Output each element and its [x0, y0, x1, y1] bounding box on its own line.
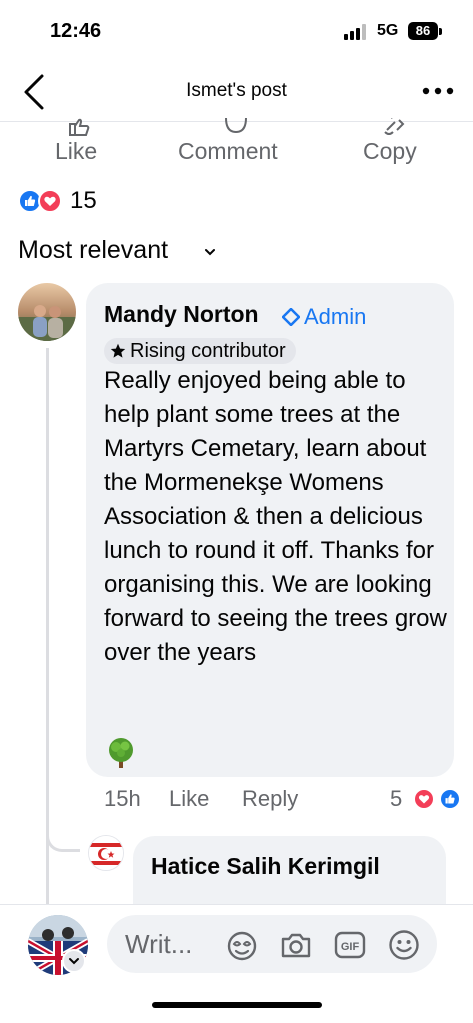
comment-timestamp[interactable]: 15h	[104, 786, 141, 812]
like-action-button[interactable]: Like	[55, 118, 115, 174]
reply-author[interactable]: Hatice Salih Kerimgil	[151, 850, 431, 882]
comment-reply-button[interactable]: Reply	[242, 786, 298, 812]
tree-emoji-icon	[109, 738, 133, 768]
gif-icon[interactable]: GIF	[333, 928, 367, 962]
svg-text:GIF: GIF	[341, 941, 360, 953]
comment-input[interactable]: Writ... GIF	[107, 915, 437, 973]
link-icon	[384, 118, 405, 135]
emoji-icon[interactable]	[387, 928, 421, 962]
home-indicator	[152, 1002, 322, 1008]
chevron-down-icon	[205, 249, 215, 256]
avatar-sticker-icon[interactable]	[225, 928, 259, 962]
comment-like-reaction-icon	[439, 788, 461, 810]
chevron-down-icon	[69, 958, 79, 965]
cellular-signal-icon	[344, 24, 370, 40]
commenter-avatar[interactable]	[18, 283, 76, 341]
profile-switch-button[interactable]	[62, 949, 86, 973]
more-options-button[interactable]	[418, 76, 458, 106]
comment-love-reaction-icon	[413, 788, 435, 810]
comment-author[interactable]: Mandy Norton	[104, 301, 259, 328]
nav-header: Ismet's post	[0, 62, 473, 122]
chevron-left-icon	[24, 74, 44, 110]
admin-badge: Admin	[304, 304, 367, 329]
comment-body: Really enjoyed being able to help plant …	[104, 367, 447, 666]
comment-bubble[interactable]: Mandy Norton Admin Rising contributor Re…	[86, 283, 454, 777]
comment-input-placeholder: Writ...	[125, 929, 193, 959]
thread-elbow	[46, 818, 80, 852]
contributor-badge[interactable]: Rising contributor	[104, 338, 296, 364]
reaction-count: 15	[70, 187, 97, 214]
like-action-label: Like	[55, 138, 98, 164]
comment-like-button[interactable]: Like	[169, 786, 209, 812]
sort-label: Most relevant	[18, 236, 169, 264]
battery-icon: 86	[408, 22, 438, 40]
love-reaction-icon	[38, 189, 62, 213]
comment-reaction-count[interactable]: 5	[390, 786, 402, 812]
camera-icon[interactable]	[279, 928, 313, 962]
contributor-badge-label: Rising contributor	[130, 340, 286, 362]
battery-tip	[439, 28, 442, 35]
more-dots-icon	[422, 87, 454, 95]
thumbs-up-icon	[69, 118, 90, 136]
comment-sort-dropdown[interactable]: Most relevant	[18, 236, 215, 268]
page-title: Ismet's post	[186, 80, 287, 101]
comment-action-button[interactable]: Comment	[178, 118, 298, 174]
post-actions-bar: Like Comment Copy	[0, 118, 473, 174]
network-type: 5G	[377, 22, 399, 39]
back-button[interactable]	[18, 72, 52, 112]
comment-icon	[225, 118, 247, 134]
copy-action-button[interactable]: Copy	[363, 118, 427, 174]
admin-diamond-icon	[282, 308, 300, 326]
status-bar: 12:46 5G 86	[0, 0, 473, 62]
comment-action-label: Comment	[178, 138, 278, 164]
status-time: 12:46	[50, 20, 102, 42]
reply-avatar[interactable]	[88, 835, 124, 871]
star-icon	[110, 343, 126, 358]
copy-action-label: Copy	[363, 138, 417, 164]
